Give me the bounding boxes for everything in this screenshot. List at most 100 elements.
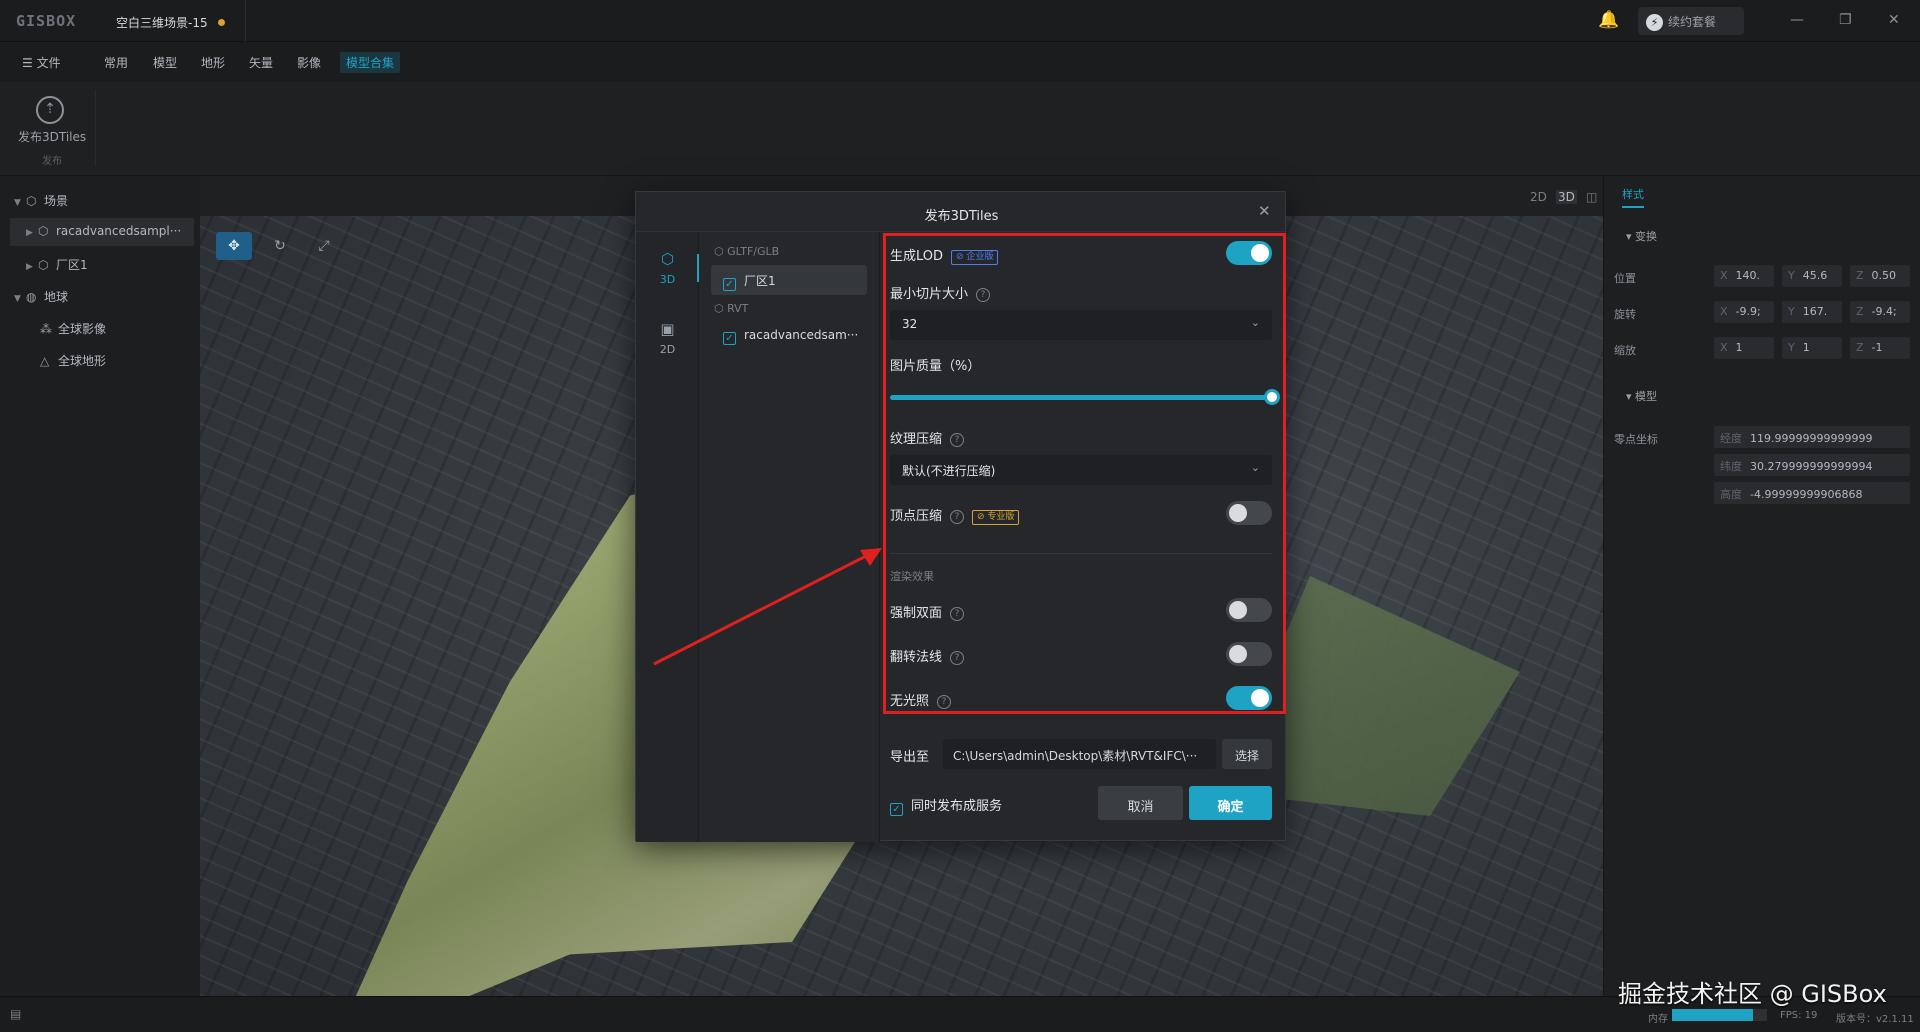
choose-folder-button[interactable]: 选择 xyxy=(1222,739,1272,769)
export-path-field[interactable]: C:\Users\admin\Desktop\素材\RVT&IFC\··· xyxy=(943,739,1216,769)
list-item-rvt[interactable]: ✓ racadvancedsam··· xyxy=(711,321,867,351)
version-label: 版本号：v2.1.11 xyxy=(1836,1014,1914,1025)
doc-icon[interactable]: ▤ xyxy=(10,1007,21,1021)
mountain-icon: △ xyxy=(40,354,50,368)
restore-icon[interactable]: ❐ xyxy=(1839,12,1852,28)
export-label: 导出至 xyxy=(890,750,930,765)
tree-item-label: 全球地形 xyxy=(58,354,107,368)
scale-label: 缩放 xyxy=(1614,344,1636,357)
imagery-icon: ⁂ xyxy=(40,322,52,336)
tab-style[interactable]: 样式 xyxy=(1622,186,1644,208)
tree-item-label: 场景 xyxy=(44,194,69,208)
longitude-field[interactable]: 经度 119.99999999999999 xyxy=(1714,426,1910,448)
model-section[interactable]: ▾ 模型 xyxy=(1626,388,1657,404)
checkbox-checked-icon[interactable]: ✓ xyxy=(723,332,736,345)
side-tab-3d[interactable]: ⬡ 3D xyxy=(636,240,700,300)
document-tab[interactable]: 空白三维场景-15 xyxy=(106,0,246,42)
side-tab-2d[interactable]: ▣ 2D xyxy=(636,310,699,370)
menu-bar xyxy=(0,42,1920,82)
position-y-field[interactable]: Y 45.6 xyxy=(1782,265,1842,287)
watermark: 掘金技术社区 @ GISBox xyxy=(1618,980,1887,1008)
rotate-tool-icon[interactable]: ↻ xyxy=(262,232,298,260)
tree-item-scene[interactable]: ▼ ⬡ 场景 xyxy=(0,186,200,214)
group-rvt: ⬡ RVT xyxy=(714,302,749,315)
cube-icon: ⬡ xyxy=(714,245,728,258)
tree-item-terrain[interactable]: △ 全球地形 xyxy=(0,346,200,374)
model-list: ⬡ GLTF/GLB ✓ 厂区1 ⬡ RVT ✓ racadvancedsam··· xyxy=(699,232,880,842)
tree-item-globe[interactable]: ▼ ◍ 地球 xyxy=(0,282,200,310)
tree-item-label: 厂区1 xyxy=(56,258,88,272)
list-item-gltf[interactable]: ✓ 厂区1 xyxy=(711,265,867,295)
tree-item-label: 全球影像 xyxy=(58,322,107,336)
chevron-right-icon: ▶ xyxy=(26,228,33,238)
memory-bar-fill xyxy=(1672,1009,1753,1021)
bell-icon[interactable]: 🔔 xyxy=(1598,10,1619,30)
altitude-field[interactable]: 高度 -4.99999999906868 xyxy=(1714,482,1910,504)
dialog-sidebar: ⬡ 3D ▣ 2D xyxy=(636,232,700,842)
split-view-icon[interactable]: ◫ xyxy=(1586,190,1597,204)
menu-model-collection[interactable]: 模型合集 xyxy=(340,52,401,73)
renew-plan-label: 续约套餐 xyxy=(1668,15,1717,29)
section-label: 变换 xyxy=(1635,230,1658,243)
cube-icon: ⬡ xyxy=(714,302,728,315)
tree-item-model1[interactable]: ▶ ⬡ racadvancedsampl··· xyxy=(10,218,194,246)
position-x-field[interactable]: X 140. xyxy=(1714,265,1774,287)
confirm-button[interactable]: 确定 xyxy=(1189,786,1272,820)
menu-file[interactable]: ☰ 文件 xyxy=(22,54,61,71)
scale-z-field[interactable]: Z -1 xyxy=(1850,337,1910,359)
transform-section[interactable]: ▾ 变换 xyxy=(1626,228,1657,244)
rotation-z-field[interactable]: Z -9.4; xyxy=(1850,301,1910,323)
rotation-x-field[interactable]: X -9.9; xyxy=(1714,301,1774,323)
rotation-y-field[interactable]: Y 167. xyxy=(1782,301,1842,323)
lightning-icon: ⚡ xyxy=(1646,14,1663,31)
cube-icon: ⬡ xyxy=(660,250,675,268)
tree-item-imagery[interactable]: ⁂ 全球影像 xyxy=(0,314,200,342)
position-label: 位置 xyxy=(1614,272,1636,285)
annotation-arrow-icon xyxy=(653,548,882,666)
chevron-down-icon: ▼ xyxy=(14,198,21,208)
checkbox-label: 同时发布成服务 xyxy=(911,799,1003,814)
cube-icon: ⬡ xyxy=(26,194,37,208)
position-z-field[interactable]: Z 0.50 xyxy=(1850,265,1910,287)
view-2d-button[interactable]: 2D xyxy=(1530,190,1547,204)
ribbon-divider xyxy=(95,90,96,166)
menu-imagery[interactable]: 影像 xyxy=(297,54,321,71)
renew-plan-button[interactable]: ⚡ 续约套餐 xyxy=(1638,7,1744,35)
fps-readout: FPS: 19 xyxy=(1780,1010,1818,1021)
menu-vector[interactable]: 矢量 xyxy=(249,54,273,71)
publish-service-checkbox[interactable]: ✓ 同时发布成服务 xyxy=(890,795,1002,816)
scale-tool-icon[interactable]: ⤢ xyxy=(306,232,342,260)
unsaved-dot-icon xyxy=(217,19,225,26)
checkbox-checked-icon[interactable]: ✓ xyxy=(723,278,736,291)
highlight-frame xyxy=(883,233,1286,714)
chevron-right-icon: ▶ xyxy=(26,262,33,272)
latitude-field[interactable]: 纬度 30.279999999999994 xyxy=(1714,454,1910,476)
dialog-title: 发布3DTiles xyxy=(636,192,1287,232)
scale-y-field[interactable]: Y1 xyxy=(1782,337,1842,359)
menu-terrain[interactable]: 地形 xyxy=(201,54,225,71)
close-window-icon[interactable]: ✕ xyxy=(1888,12,1900,28)
view-3d-button[interactable]: 3D xyxy=(1556,190,1577,204)
document-tab-label: 空白三维场景-15 xyxy=(116,16,208,30)
checkbox-checked-icon[interactable]: ✓ xyxy=(890,803,903,816)
upload-icon[interactable]: ⇡ xyxy=(36,96,64,124)
move-tool-icon[interactable]: ✥ xyxy=(216,232,252,260)
minimize-icon[interactable]: — xyxy=(1790,12,1804,28)
menu-common[interactable]: 常用 xyxy=(104,54,128,71)
cube-icon: ⬡ xyxy=(38,258,49,272)
menu-model[interactable]: 模型 xyxy=(153,54,177,71)
section-label: 模型 xyxy=(1635,390,1658,403)
tree-item-model2[interactable]: ▶ ⬡ 厂区1 xyxy=(0,250,200,278)
app-logo: GISBOX xyxy=(16,12,77,30)
publish-3dtiles-button[interactable]: 发布3DTiles xyxy=(18,128,86,145)
scale-x-field[interactable]: X1 xyxy=(1714,337,1774,359)
origin-label: 零点坐标 xyxy=(1614,433,1658,446)
tree-item-label: racadvancedsampl··· xyxy=(56,224,182,238)
memory-label: 内存 xyxy=(1648,1014,1668,1025)
group-gltf: ⬡ GLTF/GLB xyxy=(714,245,780,258)
ribbon xyxy=(0,82,1920,176)
cancel-button[interactable]: 取消 xyxy=(1098,786,1183,820)
close-icon[interactable]: ✕ xyxy=(1258,202,1271,220)
title-bar xyxy=(0,0,1920,42)
tree-item-label: 地球 xyxy=(44,290,69,304)
